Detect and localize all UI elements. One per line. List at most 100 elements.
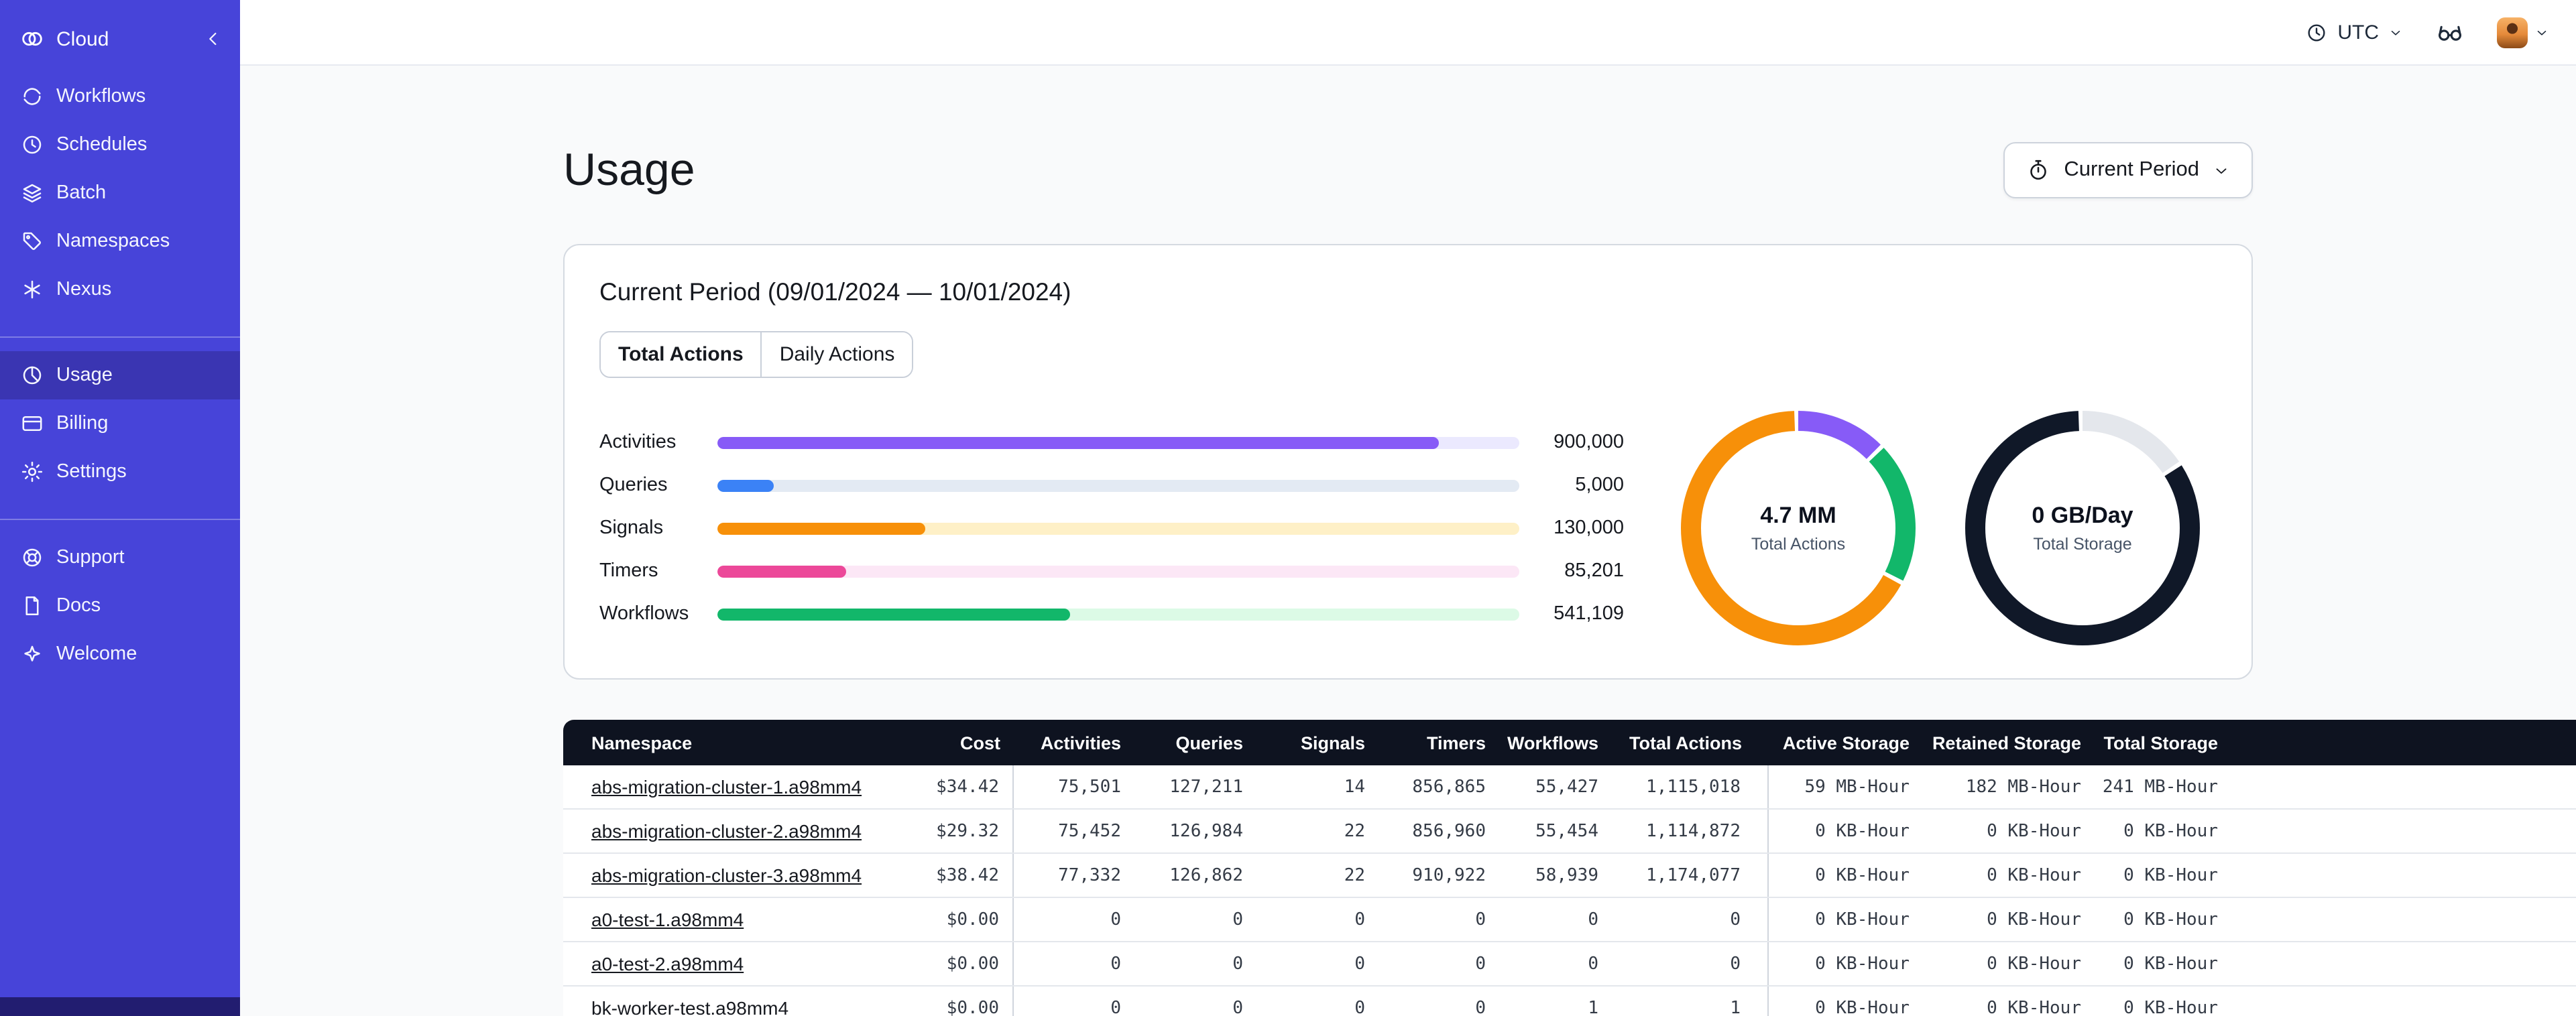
namespace-cell: bk-worker-test.a98mm4: [563, 987, 898, 1016]
namespaces-icon: [20, 229, 44, 253]
sidebar-footer: [0, 997, 240, 1016]
cell-workflows: 55,454: [1535, 821, 1598, 841]
bar-fill: [717, 436, 1440, 448]
sidebar-collapse-button[interactable]: [202, 28, 224, 50]
sidebar-item-label: Schedules: [56, 134, 148, 155]
cell-active-storage: 59 MB-Hour: [1804, 777, 1910, 797]
bar-fill: [717, 608, 1071, 620]
sidebar-item-batch[interactable]: Batch: [0, 169, 240, 217]
table-row: a0-test-1.a98mm4 $0.00 0 0 0 0 0 0 0 KB-Hour 0 KB…: [563, 898, 2576, 942]
table-row: abs-migration-cluster-3.a98mm4 $38.42 77,3…: [563, 854, 2576, 898]
cell-signals: 14: [1344, 777, 1365, 797]
timezone-label: UTC: [2337, 21, 2379, 44]
bar-row-queries: Queries 5,000: [599, 464, 1624, 507]
namespace-cell: a0-test-1.a98mm4: [563, 898, 898, 941]
sidebar-item-schedules[interactable]: Schedules: [0, 121, 240, 169]
cell-active-storage: 0 KB-Hour: [1815, 954, 1910, 974]
cell-total-actions: 0: [1612, 898, 1769, 941]
table-header-row: Namespace Cost Activities Queries Signals Tim…: [563, 720, 2576, 765]
docs-icon: [20, 594, 44, 618]
sidebar-item-label: Usage: [56, 365, 113, 386]
table-filler-cell: [2231, 765, 2576, 808]
cell-retained-storage: 182 MB-Hour: [1965, 777, 2081, 797]
column-header-cost: Cost: [960, 733, 1000, 753]
bar-row-timers: Timers 85,201: [599, 550, 1624, 592]
temporal-logo-icon: [19, 25, 46, 52]
cell-signals: 22: [1344, 821, 1365, 841]
cell-workflows: 0: [1588, 909, 1598, 930]
bar-value: 541,109: [1554, 603, 1624, 625]
table-row: abs-migration-cluster-2.a98mm4 $29.32 75,4…: [563, 810, 2576, 854]
sidebar-item-label: Nexus: [56, 279, 112, 300]
bar-label: Queries: [599, 474, 668, 496]
sidebar-item-label: Docs: [56, 595, 101, 617]
cell-cost: $0.00: [898, 942, 1014, 985]
cell-active-storage: 0 KB-Hour: [1815, 865, 1910, 885]
cell-active-storage: 0 KB-Hour: [1815, 998, 1910, 1016]
chevron-down-icon: [2534, 25, 2549, 40]
donut-label: Total Actions: [1751, 535, 1846, 554]
timezone-selector[interactable]: UTC: [2305, 21, 2403, 44]
column-header-total-actions: Total Actions: [1629, 733, 1742, 753]
bar-track: [717, 565, 1519, 577]
sidebar-item-label: Billing: [56, 413, 109, 434]
column-header-signals: Signals: [1300, 733, 1365, 753]
cell-activities: 75,501: [1058, 777, 1121, 797]
sidebar-item-label: Batch: [56, 182, 107, 204]
table-filler-cell: [2231, 854, 2576, 897]
nexus-icon: [20, 277, 44, 302]
cell-workflows: 55,427: [1535, 777, 1598, 797]
period-selector-button[interactable]: Current Period: [2003, 142, 2253, 198]
namespace-link[interactable]: bk-worker-test.a98mm4: [591, 997, 788, 1016]
sidebar-item-support[interactable]: Support: [0, 533, 240, 582]
sidebar-item-namespaces[interactable]: Namespaces: [0, 217, 240, 265]
cell-total-storage: 241 MB-Hour: [2102, 777, 2218, 797]
cell-signals: 22: [1344, 865, 1365, 885]
namespace-usage-table: Namespace Cost Activities Queries Signals Tim…: [563, 720, 2576, 1016]
namespace-link[interactable]: abs-migration-cluster-2.a98mm4: [591, 820, 862, 842]
sidebar-item-label: Welcome: [56, 643, 137, 665]
sidebar-item-workflows[interactable]: Workflows: [0, 72, 240, 121]
billing-icon: [20, 411, 44, 436]
cell-activities: 0: [1110, 954, 1121, 974]
sidebar-item-nexus[interactable]: Nexus: [0, 265, 240, 314]
bar-track: [717, 608, 1519, 620]
namespace-link[interactable]: abs-migration-cluster-1.a98mm4: [591, 776, 862, 798]
table-row: abs-migration-cluster-1.a98mm4 $34.42 75,5…: [563, 765, 2576, 810]
namespace-link[interactable]: a0-test-2.a98mm4: [591, 953, 744, 974]
bar-fill: [717, 479, 774, 491]
glasses-icon[interactable]: [2435, 17, 2465, 47]
actions-tabs: Total Actions Daily Actions: [599, 331, 914, 378]
sidebar-item-welcome[interactable]: Welcome: [0, 630, 240, 678]
bar-fill: [717, 522, 926, 534]
sidebar-nav: Workflows Schedules Batch Namespaces Nexus Us…: [0, 72, 240, 678]
page-title: Usage: [563, 144, 695, 195]
cell-cost: $0.00: [898, 898, 1014, 941]
cell-activities: 75,452: [1058, 821, 1121, 841]
cell-total-actions: 1,174,077: [1612, 854, 1769, 897]
namespace-cell: abs-migration-cluster-1.a98mm4: [563, 765, 898, 808]
workflows-icon: [20, 84, 44, 109]
cell-total-storage: 0 KB-Hour: [2123, 821, 2218, 841]
donut-value: 0 GB/Day: [2032, 503, 2133, 528]
table-filler-cell: [2231, 942, 2576, 985]
cell-total-actions: 1,115,018: [1612, 765, 1769, 808]
user-avatar: [2497, 17, 2528, 48]
cell-total-storage: 0 KB-Hour: [2123, 909, 2218, 930]
cell-signals: 0: [1354, 954, 1365, 974]
column-header-activities: Activities: [1040, 733, 1121, 753]
sidebar-item-usage[interactable]: Usage: [0, 351, 240, 399]
tab-total-actions[interactable]: Total Actions: [601, 332, 762, 377]
column-header-namespace: Namespace: [591, 733, 693, 753]
cell-timers: 0: [1475, 954, 1486, 974]
namespace-link[interactable]: abs-migration-cluster-3.a98mm4: [591, 865, 862, 886]
account-menu[interactable]: [2497, 17, 2549, 48]
cell-total-actions: 1,114,872: [1612, 810, 1769, 852]
cell-retained-storage: 0 KB-Hour: [1987, 909, 2081, 930]
sidebar-item-billing[interactable]: Billing: [0, 399, 240, 448]
namespace-link[interactable]: a0-test-1.a98mm4: [591, 909, 744, 930]
sidebar-item-settings[interactable]: Settings: [0, 448, 240, 496]
bar-row-signals: Signals 130,000: [599, 507, 1624, 550]
sidebar-item-docs[interactable]: Docs: [0, 582, 240, 630]
tab-daily-actions[interactable]: Daily Actions: [762, 332, 913, 377]
